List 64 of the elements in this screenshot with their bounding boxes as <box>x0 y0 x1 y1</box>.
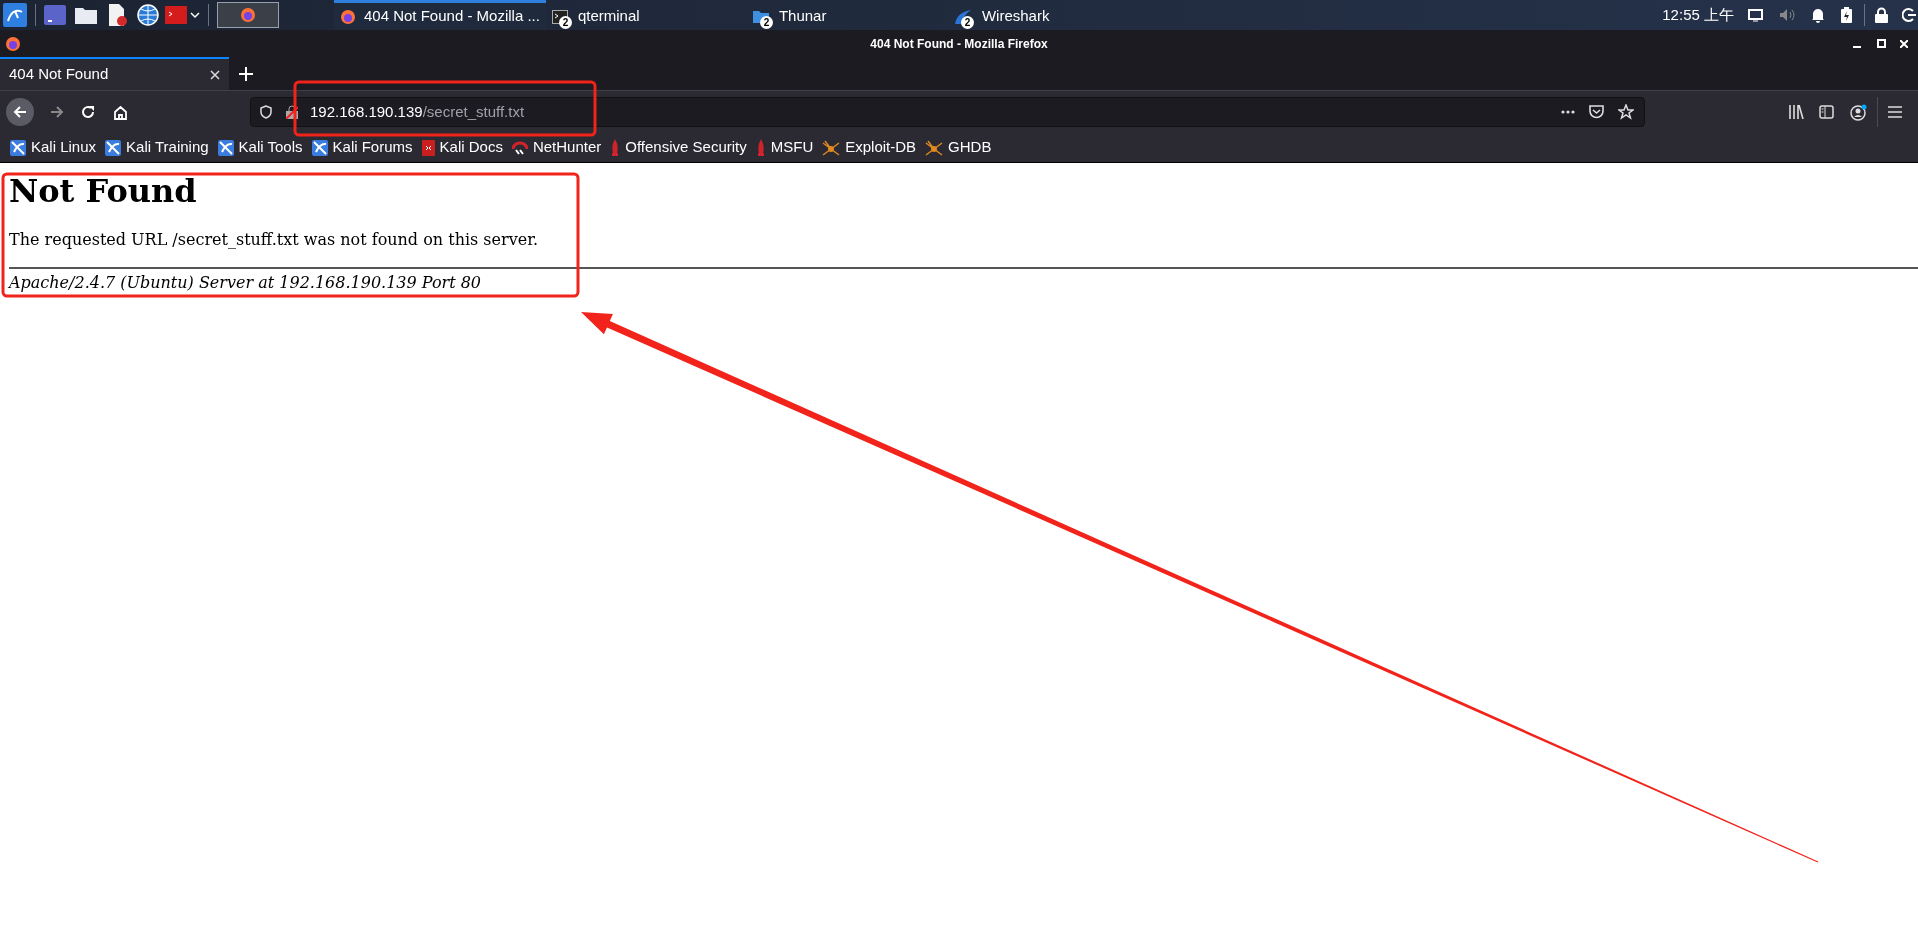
book-icon <box>421 139 435 156</box>
terminal-icon <box>551 9 568 24</box>
taskbar-item[interactable]: 2 Wireshark <box>947 0 1149 30</box>
taskbar-button[interactable] <box>217 2 279 28</box>
display-icon[interactable] <box>1748 8 1763 22</box>
bookmark-link[interactable]: Kali Tools <box>217 136 303 159</box>
new-tab-icon[interactable] <box>239 66 253 81</box>
home-icon[interactable] <box>113 104 128 120</box>
taskbar-item[interactable]: 2 qterminal <box>545 0 747 30</box>
star-icon[interactable] <box>1618 104 1634 120</box>
bookmark-link[interactable]: Kali Docs <box>421 136 503 159</box>
globe-icon[interactable] <box>137 4 159 26</box>
insecure-lock-icon[interactable] <box>286 105 298 119</box>
more-dots-icon[interactable] <box>1561 110 1575 114</box>
flame-icon <box>610 139 621 156</box>
spider-icon <box>822 139 841 156</box>
fox-icon <box>5 35 21 52</box>
browser-tab[interactable]: 404 Not Found <box>0 57 229 90</box>
bookmark-link[interactable]: Exploit-DB <box>822 136 917 159</box>
shield-icon[interactable] <box>260 105 272 119</box>
lock-icon[interactable] <box>1875 7 1888 23</box>
maximize-icon[interactable] <box>1877 39 1886 48</box>
forward-icon[interactable] <box>50 105 64 119</box>
caret-icon[interactable] <box>190 11 200 19</box>
bookmark-link[interactable]: Kali Forums <box>311 136 413 159</box>
url-text[interactable]: 192.168.190.139/secret_stuff.txt <box>310 100 525 124</box>
library-icon[interactable] <box>1788 105 1804 119</box>
spider-icon <box>925 139 944 156</box>
pocket-icon[interactable] <box>1589 105 1604 119</box>
close-icon <box>210 69 220 80</box>
back-button[interactable] <box>6 98 34 126</box>
address-bar[interactable]: 192.168.190.139/secret_stuff.txt <box>250 97 1645 127</box>
bell-icon[interactable] <box>1811 7 1825 23</box>
server-signature: Apache/2.4.7 (Ubuntu) Server at 192.168.190.139 Port 80 <box>9 273 482 293</box>
task-label: Wireshark <box>981 6 1050 27</box>
task-label: 404 Not Found - Mozilla ... <box>364 6 540 27</box>
taskbar-item[interactable]: 404 Not Found - Mozilla ... <box>334 0 546 30</box>
reload-icon[interactable] <box>81 105 95 119</box>
speaker-icon[interactable] <box>1779 8 1795 22</box>
close-icon[interactable] <box>1900 39 1908 48</box>
logout-icon[interactable] <box>1902 8 1916 22</box>
bookmark-link[interactable]: Kali Training <box>105 136 209 159</box>
fox-icon <box>340 8 356 25</box>
page-heading: Not Found <box>9 171 197 211</box>
sidebar-icon[interactable] <box>1819 105 1834 119</box>
bookmark-link[interactable]: Offensive Security <box>610 136 747 159</box>
document-icon[interactable] <box>106 4 128 26</box>
task-label: Thunar <box>778 6 827 27</box>
bookmark-link[interactable]: MSFU <box>755 136 814 159</box>
account-icon[interactable] <box>1850 103 1867 121</box>
error-message: The requested URL /secret_stuff.txt was not found on this server. <box>9 230 539 250</box>
task-label: qterminal <box>577 6 640 27</box>
fox-icon <box>240 7 256 23</box>
bookmark-link[interactable]: GHDB <box>925 136 992 159</box>
folder-icon[interactable] <box>75 6 97 24</box>
menu-icon[interactable] <box>1888 106 1902 118</box>
battery-icon[interactable] <box>1841 7 1852 23</box>
back-arrow-icon <box>13 105 27 119</box>
bookmark-link[interactable]: NetHunter <box>511 136 602 159</box>
bookmark-link[interactable]: Kali Linux <box>10 136 97 159</box>
window-title: 404 Not Found - Mozilla Firefox <box>870 35 1048 53</box>
clock[interactable]: 12:55 上午 <box>1662 3 1734 27</box>
flame-icon <box>755 139 766 156</box>
taskbar-item[interactable]: 2 Thunar <box>746 0 948 30</box>
